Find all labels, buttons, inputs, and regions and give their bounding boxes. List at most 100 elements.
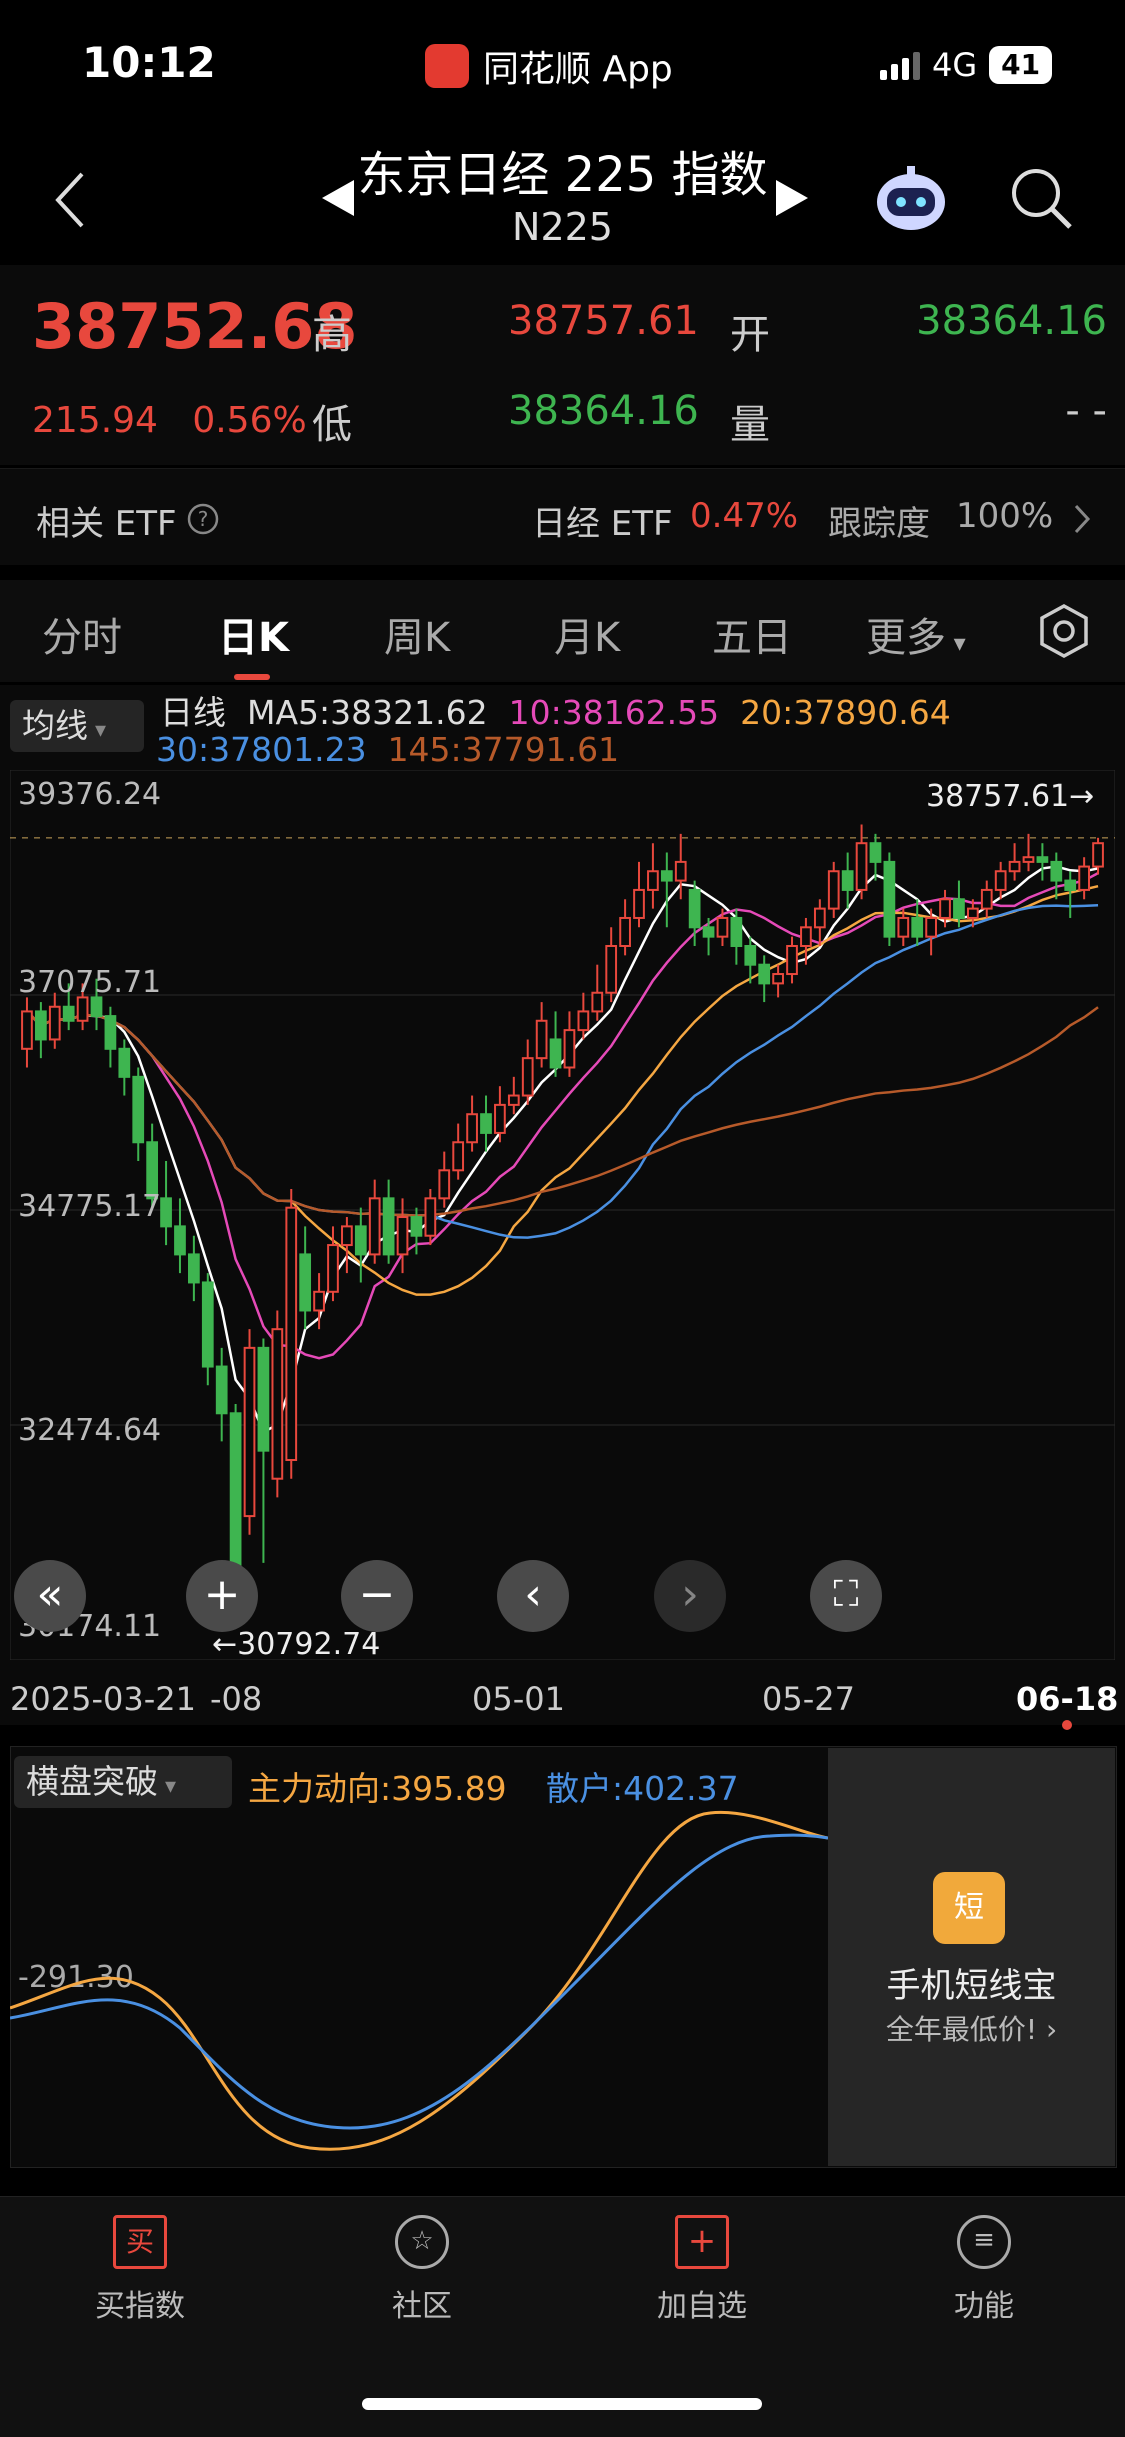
tracking-value: 100% (956, 496, 1054, 536)
candle-body (1064, 879, 1077, 891)
candle (480, 1095, 492, 1152)
candle-body (911, 916, 924, 938)
candle-body (62, 1005, 75, 1022)
candle-body (605, 945, 618, 994)
candle (104, 1006, 117, 1068)
candle (201, 1273, 214, 1386)
zoom-in-button[interactable]: + (186, 1560, 258, 1632)
next-stock-icon[interactable] (774, 178, 810, 218)
chevron-right-icon (1074, 504, 1091, 534)
fullscreen-icon[interactable]: ⛶ (810, 1560, 882, 1632)
candle-body (1022, 856, 1035, 863)
tab-more-label: 更多 (866, 615, 946, 661)
candle-body (563, 1029, 576, 1069)
nav-buy-index[interactable]: 买 买指数 (60, 2215, 220, 2325)
search-icon[interactable] (1008, 165, 1074, 231)
candle-body (577, 1010, 590, 1032)
nav-label: 功能 (954, 2289, 1014, 2324)
help-icon[interactable]: ? (186, 502, 220, 536)
app-icon (425, 44, 469, 88)
scroll-left-button[interactable]: ‹ (497, 1560, 569, 1632)
candle-body (1050, 860, 1063, 882)
candle-body (966, 907, 979, 919)
y-label-top: 39376.24 (18, 777, 161, 812)
nav-functions[interactable]: ≡ 功能 (904, 2215, 1064, 2325)
candle-body (285, 1206, 298, 1462)
x-label-end: 06-18 (1016, 1680, 1119, 1718)
candle-body (382, 1197, 395, 1256)
candle (521, 1039, 534, 1105)
chevron-right-icon: › (1045, 2013, 1058, 2046)
zoom-out-button[interactable]: − (341, 1560, 413, 1632)
candle (494, 1086, 506, 1143)
candle-body (257, 1346, 270, 1452)
nav-add-watchlist[interactable]: + 加自选 (622, 2215, 782, 2325)
change-percent: 0.56% (192, 400, 307, 441)
buy-icon: 买 (113, 2215, 167, 2269)
candle-body (1092, 842, 1104, 868)
tab-weekly-k[interactable]: 周K (384, 605, 450, 663)
low-marker: ←30792.74 (212, 1627, 380, 1660)
ma145-value: 145:37791.61 (387, 730, 620, 769)
nav-community[interactable]: ☆ 社区 (342, 2215, 502, 2325)
candle-body (368, 1197, 381, 1256)
related-etf-label: 相关 ETF (36, 504, 177, 544)
zoom-out-fast-button[interactable]: « (14, 1560, 86, 1632)
candle (869, 833, 882, 881)
y-label-4: 32474.64 (18, 1413, 161, 1448)
ma-dropdown[interactable]: 均线 ▾ (10, 700, 144, 752)
candle-body (341, 1225, 353, 1247)
candle-body (118, 1047, 131, 1078)
candle-body (21, 1010, 33, 1050)
candle-body (800, 926, 812, 948)
ad-panel[interactable] (828, 1748, 1115, 2166)
candle-body (716, 916, 729, 938)
candle-body (327, 1244, 339, 1293)
change-value: 215.94 (32, 400, 158, 441)
scroll-right-button[interactable]: › (654, 1560, 726, 1632)
low-label: 低 (312, 402, 352, 448)
volume-value: - - (1065, 388, 1107, 434)
current-dot (1062, 1720, 1072, 1730)
candle (660, 852, 673, 928)
ad-subtitle-text: 全年最低价! (885, 2013, 1038, 2046)
candle-body (855, 842, 868, 891)
candle (772, 964, 784, 998)
candle (285, 1188, 298, 1479)
candle-body (535, 1019, 548, 1060)
tab-intraday[interactable]: 分时 (42, 605, 122, 663)
candle (1078, 857, 1091, 900)
y-label-2: 37075.71 (18, 965, 161, 1000)
ad-title: 手机短线宝 (886, 1966, 1057, 2006)
kline-chart[interactable]: 39376.24 37075.71 34775.17 32474.64 3017… (10, 770, 1115, 1660)
dropdown-arrow-icon: ▾ (88, 718, 107, 743)
stock-code: N225 (512, 205, 613, 249)
candle (605, 927, 618, 1003)
ma20-value: 20:37890.64 (740, 693, 951, 732)
ma5-line (26, 865, 1099, 1434)
candle (813, 899, 826, 947)
tracking-label: 跟踪度 (828, 504, 930, 544)
ma-legend-row2: 30:37801.23 145:37791.61 (156, 730, 619, 769)
x-label-3: 05-01 (472, 1680, 565, 1718)
candle-body (104, 1015, 117, 1050)
candle (1050, 852, 1063, 900)
x-label-start: 2025-03-21 (10, 1680, 196, 1718)
candle (883, 852, 896, 947)
retail-value: 散户:402.37 (546, 1769, 739, 1808)
candle (299, 1226, 312, 1330)
tab-more[interactable]: 更多 ▾ (866, 605, 966, 663)
candle (1022, 833, 1035, 872)
indicator-dropdown[interactable]: 横盘突破 ▾ (14, 1756, 232, 1808)
candle (507, 1076, 520, 1115)
candle-body (76, 996, 89, 1022)
candle-body (229, 1412, 242, 1584)
tab-five-day[interactable]: 五日 (712, 605, 792, 663)
tab-daily-k[interactable]: 日K (218, 605, 289, 663)
settings-icon[interactable] (1036, 603, 1092, 659)
robot-assistant-icon[interactable] (873, 160, 949, 236)
high-label: 高 (312, 312, 352, 358)
candle-body (494, 1103, 506, 1134)
app-label[interactable]: 同花顺 App (425, 40, 673, 92)
tab-monthly-k[interactable]: 月K (554, 605, 620, 663)
